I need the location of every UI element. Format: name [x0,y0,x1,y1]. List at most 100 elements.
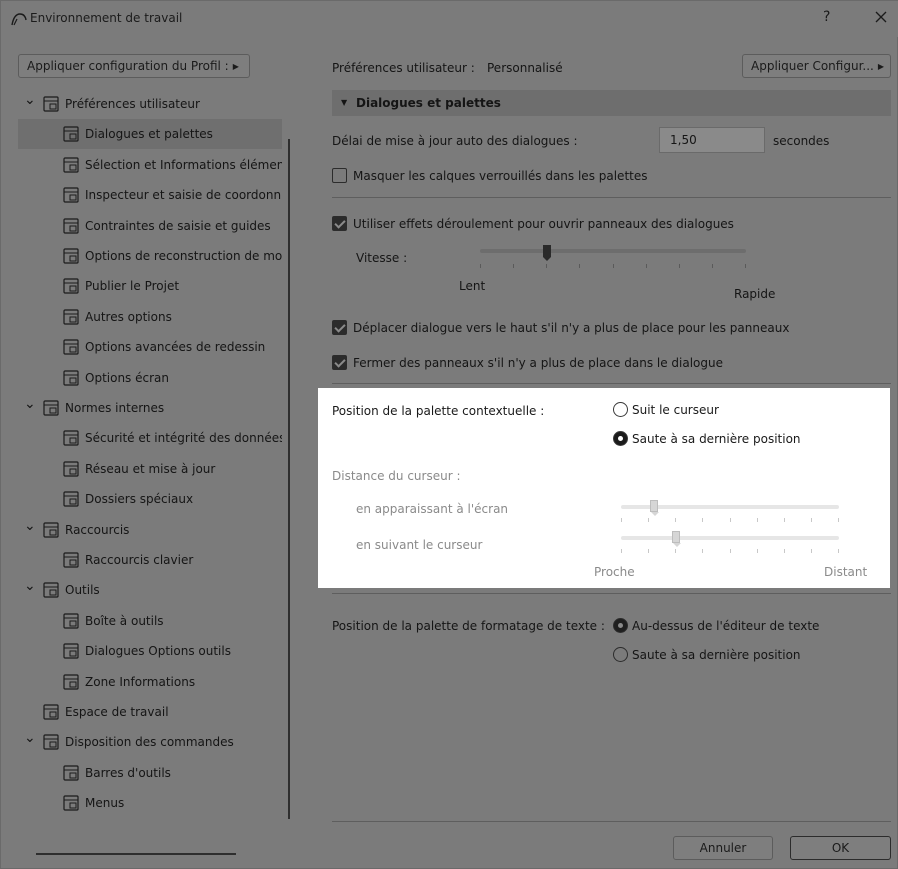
tree-item-special-folders[interactable]: Dossiers spéciaux [18,484,282,514]
section-header-dialogs-palettes[interactable]: ▼ Dialogues et palettes [332,90,891,116]
tree-item-label: Réseau et mise à jour [85,461,216,476]
tree-item-label: Normes internes [65,401,165,415]
chevron-down-icon[interactable]: ⌄ [24,393,36,419]
speed-label: Vitesse : [356,251,408,265]
tree-item-tool-settings[interactable]: Dialogues Options outils [18,636,282,666]
slider-tick [757,518,758,522]
cursor-distance-label: Distance du curseur : [332,469,461,483]
dialog-window: Environnement de travail ? Appliquer con… [0,0,898,869]
tree-item-label: Inspecteur et saisie de coordonn [85,188,282,203]
tree-item-xyz-inspector[interactable]: Inspecteur et saisie de coordonn [18,180,282,210]
tree-item-screen-options[interactable]: Options écran [18,363,282,393]
jump-last-position-radio[interactable] [613,431,628,446]
slider-tick [784,549,785,553]
follow-cursor-radio[interactable] [613,402,628,417]
slider-tick [745,264,746,268]
scroll-effects-checkbox[interactable] [332,216,347,231]
slider-tick [621,518,622,522]
tree-vertical-scrollbar[interactable] [288,139,290,819]
tree-item-label: Dialogues et palettes [85,127,213,142]
tree-item-data-safety[interactable]: Sécurité et intégrité des données [18,423,282,453]
slider-tick [648,518,649,522]
text-jump-last-position-radio[interactable] [613,647,628,662]
on-follow-label: en suivant le curseur [356,538,483,552]
tree-item-other-options[interactable]: Autres options [18,302,282,332]
dialogs-palettes-icon [63,126,79,142]
slider-tick [757,549,758,553]
tools-icon [43,582,59,598]
slider-tick [679,264,680,268]
tree-horizontal-scrollbar[interactable] [36,853,236,855]
tree-item-label: Menus [85,796,125,811]
tree-item-info-box[interactable]: Zone Informations [18,667,282,697]
toolbox-icon [63,613,79,629]
close-panels-label: Fermer des panneaux s'il n'y a plus de p… [353,356,723,370]
user-prefs-value: Personnalisé [487,61,563,75]
tree-item-publish[interactable]: Publier le Projet [18,271,282,301]
tree-item-label: Raccourcis [65,522,130,537]
window-title: Environnement de travail [30,11,183,25]
update-delay-input[interactable]: 1,50 [659,127,765,153]
rebuild-options-icon [63,248,79,264]
apply-profile-button[interactable]: Appliquer configuration du Profil : ▶ [18,54,250,78]
tree-item-label: Sécurité et intégrité des données [85,431,282,446]
tool-settings-icon [63,643,79,659]
tree-item-selection-info[interactable]: Sélection et Informations élémen [18,150,282,180]
speed-slider-thumb[interactable] [542,245,551,261]
apply-configuration-button[interactable]: Appliquer Configur... ▶ [742,54,891,78]
slider-tick [675,518,676,522]
text-jump-last-position-label: Saute à sa dernière position [632,648,801,662]
tree-item-company-standards[interactable]: ⌄ Normes internes [18,393,282,423]
tree-item-shortcuts[interactable]: ⌄ Raccourcis [18,515,282,545]
tree-item-network-globe[interactable]: Réseau et mise à jour [18,454,282,484]
slider-tick [675,549,676,553]
speed-slider[interactable] [480,249,746,253]
text-palette-label: Position de la palette de formatage de t… [332,619,605,633]
data-safety-icon [63,430,79,446]
close-icon[interactable] [869,5,893,29]
tree-item-dialogs-palettes[interactable]: Dialogues et palettes [18,119,282,150]
tree-item-label: Espace de travail [65,705,169,719]
section-title: Dialogues et palettes [356,96,501,110]
shortcuts-icon [43,521,59,538]
slider-tick [838,518,839,522]
tree-item-cursor-guides[interactable]: Contraintes de saisie et guides [18,211,282,241]
tree-item-label: Options de reconstruction de mo [85,249,282,263]
move-dialog-up-checkbox[interactable] [332,320,347,335]
slider-tick [730,549,731,553]
chevron-down-icon[interactable]: ⌄ [24,515,36,541]
tree-item-label: Raccourcis clavier [85,553,194,567]
title-bar: Environnement de travail ? [1,1,898,37]
chevron-down-icon[interactable]: ⌄ [24,89,36,115]
help-button[interactable]: ? [823,9,830,25]
tree-item-toolbars[interactable]: Barres d'outils [18,758,282,788]
chevron-down-icon[interactable]: ⌄ [24,727,36,753]
tree-item-tools[interactable]: ⌄ Outils [18,575,282,605]
on-follow-slider[interactable] [621,536,839,540]
publish-icon [63,278,79,294]
close-panels-checkbox[interactable] [332,355,347,370]
tree-item-keyboard-shortcuts[interactable]: Raccourcis clavier [18,545,282,575]
tree-item-toolbox[interactable]: Boîte à outils [18,606,282,636]
tree-item-rebuild-options[interactable]: Options de reconstruction de mo [18,241,282,271]
tree-item-menus[interactable]: Menus [18,788,282,818]
on-appear-slider-thumb[interactable] [649,500,659,516]
above-text-editor-radio[interactable] [613,618,628,633]
on-follow-slider-thumb[interactable] [671,531,681,547]
slider-tick [579,264,580,268]
tree-item-redraw-options[interactable]: Options avancées de redessin [18,332,282,362]
toolbars-icon [63,765,79,781]
user-prefs-label: Préférences utilisateur : [332,61,475,75]
ok-button[interactable]: OK [790,836,891,860]
tree-item-label: Barres d'outils [85,765,171,780]
tree-item-work-environment[interactable]: Espace de travail [18,697,282,727]
tree-item-command-layout[interactable]: ⌄ Disposition des commandes [18,727,282,757]
cancel-button[interactable]: Annuler [673,836,773,860]
hide-locked-layers-checkbox[interactable] [332,168,347,183]
work-environment-icon [43,704,59,720]
menus-icon [63,795,79,811]
archicad-logo-icon [11,13,27,26]
on-follow-slider-ticks [621,549,839,555]
tree-item-user-prefs[interactable]: ⌄ Préférences utilisateur [18,89,282,119]
chevron-down-icon[interactable]: ⌄ [24,575,36,601]
